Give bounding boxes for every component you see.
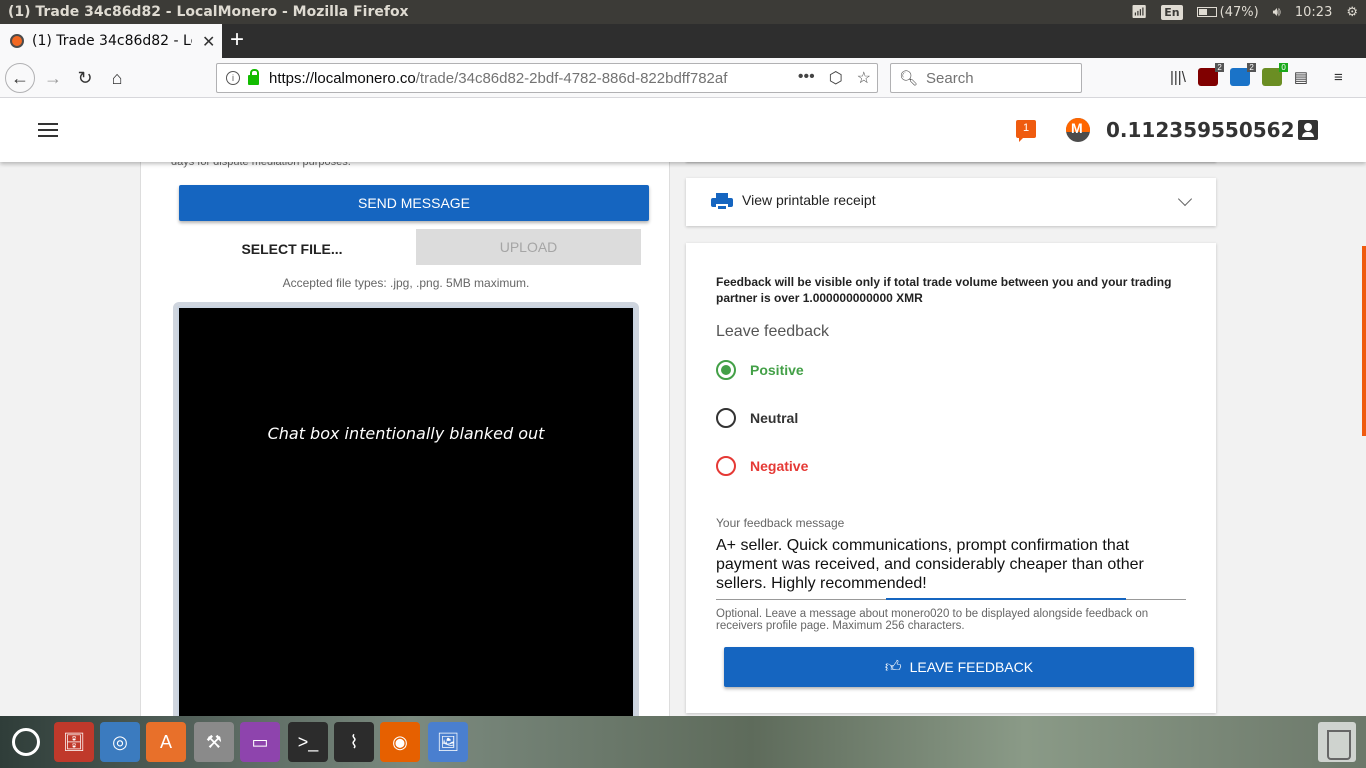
leave-feedback-button[interactable]: 👍︎ LEAVE FEEDBACK — [724, 647, 1194, 687]
page-content: 1 0.112359550562 days for dispute mediat… — [0, 98, 1366, 716]
feedback-card: Feedback will be visible only if total t… — [686, 243, 1216, 713]
chat-box[interactable]: Chat box intentionally blanked out — [173, 302, 639, 716]
leave-feedback-label: LEAVE FEEDBACK — [909, 659, 1034, 675]
url-bar[interactable]: i https://localmonero.co/trade/34c86d82-… — [216, 63, 878, 93]
radio-positive-label: Positive — [750, 362, 804, 378]
site-info-icon[interactable]: i — [226, 71, 240, 85]
library-icon[interactable]: |||\ — [1170, 69, 1186, 86]
feedback-message-label: Your feedback message — [716, 516, 845, 530]
browser-nav-bar: ← → ↻ ⌂ i https://localmonero.co/trade/3… — [0, 58, 1366, 98]
document-viewer-icon[interactable]: 🖼︎ — [428, 722, 468, 762]
firefox-icon[interactable]: ◉ — [380, 722, 420, 762]
back-button[interactable]: ← — [5, 63, 35, 93]
os-dock: 🗄︎ ◎ A ⚒ ▭ >_ ⌇ ◉ 🖼︎ — [0, 716, 1366, 768]
upload-button[interactable]: UPLOAD — [416, 229, 641, 265]
wallet-balance[interactable]: 0.112359550562 — [1106, 118, 1295, 142]
printable-receipt-label: View printable receipt — [742, 192, 876, 208]
app-window-icon[interactable]: ▭ — [240, 722, 280, 762]
feedback-message-focus-bar — [886, 598, 1126, 600]
url-path: /trade/34c86d82-2bdf-4782-886d-822bdff78… — [415, 69, 728, 87]
search-input[interactable]: 🔍︎ Search — [890, 63, 1082, 93]
green-extension-icon[interactable]: 0 — [1261, 63, 1288, 86]
url-actions: ••• ⬡ ☆ — [798, 68, 871, 88]
page-actions-icon[interactable]: ••• — [798, 68, 815, 88]
printer-icon — [711, 193, 733, 211]
radio-neutral[interactable] — [716, 408, 736, 428]
feedback-option-negative[interactable]: Negative — [716, 456, 808, 476]
toolbar-right: |||\ 2 2 0 ▤ ≡ — [1170, 63, 1343, 86]
settings-gear-icon[interactable]: ⚙ — [1346, 5, 1358, 20]
tab-close-icon[interactable]: ✕ — [202, 32, 215, 51]
lock-icon[interactable] — [248, 69, 259, 85]
clock[interactable]: 10:23 — [1295, 5, 1332, 20]
forward-button[interactable]: → — [38, 63, 68, 93]
green-extension-badge: 0 — [1279, 63, 1288, 72]
feedback-title: Leave feedback — [716, 323, 829, 340]
tab-title: (1) Trade 34c86d82 - LocalMonero — [32, 33, 192, 49]
ublock-icon[interactable]: 2 — [1197, 63, 1224, 86]
os-status-area: 📶︎ En (47%) 🔊︎ 10:23 ⚙ — [1131, 0, 1358, 24]
menu-icon[interactable]: ≡ — [1334, 69, 1343, 86]
new-tab-icon[interactable]: + — [230, 26, 244, 54]
home-button[interactable]: ⌂ — [102, 63, 132, 93]
files-icon[interactable]: 🗄︎ — [54, 722, 94, 762]
battery-indicator[interactable]: (47%) — [1196, 4, 1259, 20]
radio-negative[interactable] — [716, 456, 736, 476]
wifi-icon[interactable]: 📶︎ — [1131, 5, 1148, 20]
account-icon[interactable] — [1298, 120, 1318, 140]
reload-button[interactable]: ↻ — [70, 63, 100, 93]
trash-icon[interactable] — [1318, 722, 1356, 762]
pocket-icon[interactable]: ⬡ — [829, 68, 843, 88]
s-extension-badge: 2 — [1247, 63, 1256, 72]
browser-tab-bar: (1) Trade 34c86d82 - LocalMonero ✕ + — [0, 24, 1366, 58]
feedback-message-input[interactable]: A+ seller. Quick communications, prompt … — [716, 536, 1166, 593]
chat-blanked-area: Chat box intentionally blanked out — [179, 308, 633, 716]
select-file-button[interactable]: SELECT FILE... — [211, 234, 373, 264]
send-message-button[interactable]: SEND MESSAGE — [179, 185, 649, 221]
system-monitor-icon[interactable]: ⌇ — [334, 722, 374, 762]
terminal-icon[interactable]: >_ — [288, 722, 328, 762]
search-placeholder: Search — [926, 69, 974, 87]
system-settings-icon[interactable]: ⚒ — [194, 722, 234, 762]
url-host: https://localmonero.co — [269, 69, 416, 87]
battery-percent: (47%) — [1219, 4, 1259, 20]
software-center-icon[interactable]: A — [146, 722, 186, 762]
ubuntu-launcher-icon[interactable] — [6, 722, 46, 762]
localmonero-favicon-icon — [10, 34, 24, 48]
search-icon: 🔍︎ — [899, 70, 919, 87]
chevron-down-icon[interactable] — [1177, 191, 1193, 207]
page-scrollbar[interactable] — [1362, 246, 1366, 436]
s-extension-icon[interactable]: 2 — [1229, 63, 1256, 86]
notification-icon[interactable]: 1 — [1016, 120, 1036, 142]
ublock-badge: 2 — [1215, 63, 1224, 72]
radio-neutral-label: Neutral — [750, 410, 799, 426]
feedback-option-positive[interactable]: Positive — [716, 360, 804, 380]
thumbs-up-down-icon: 👍︎ — [884, 658, 902, 676]
hamburger-menu-icon[interactable] — [38, 123, 58, 141]
monero-logo-icon — [1066, 118, 1090, 142]
radio-positive[interactable] — [716, 360, 736, 380]
chat-panel: days for dispute mediation purposes. SEN… — [140, 138, 670, 716]
app-header: 1 0.112359550562 — [0, 98, 1366, 162]
tab-trade[interactable]: (1) Trade 34c86d82 - LocalMonero ✕ — [0, 24, 222, 58]
chat-blanked-text: Chat box intentionally blanked out — [267, 424, 545, 443]
volume-icon[interactable]: 🔊︎ — [1273, 5, 1281, 20]
battery-icon — [1196, 7, 1217, 17]
feedback-option-neutral[interactable]: Neutral — [716, 408, 798, 428]
os-top-bar: (1) Trade 34c86d82 - LocalMonero - Mozil… — [0, 0, 1366, 24]
keyboard-layout-indicator[interactable]: En — [1161, 4, 1183, 20]
chromium-icon[interactable]: ◎ — [100, 722, 140, 762]
feedback-message-help: Optional. Leave a message about monero02… — [716, 608, 1149, 632]
accepted-file-types: Accepted file types: .jpg, .png. 5MB max… — [282, 276, 530, 290]
feedback-visibility-notice: Feedback will be visible only if total t… — [716, 275, 1172, 305]
window-title: (1) Trade 34c86d82 - LocalMonero - Mozil… — [8, 4, 409, 20]
printable-receipt-card[interactable]: View printable receipt — [686, 178, 1216, 226]
bookmark-star-icon[interactable]: ☆ — [857, 68, 871, 88]
radio-negative-label: Negative — [750, 458, 809, 474]
sidebar-icon[interactable]: ▤ — [1294, 68, 1308, 86]
